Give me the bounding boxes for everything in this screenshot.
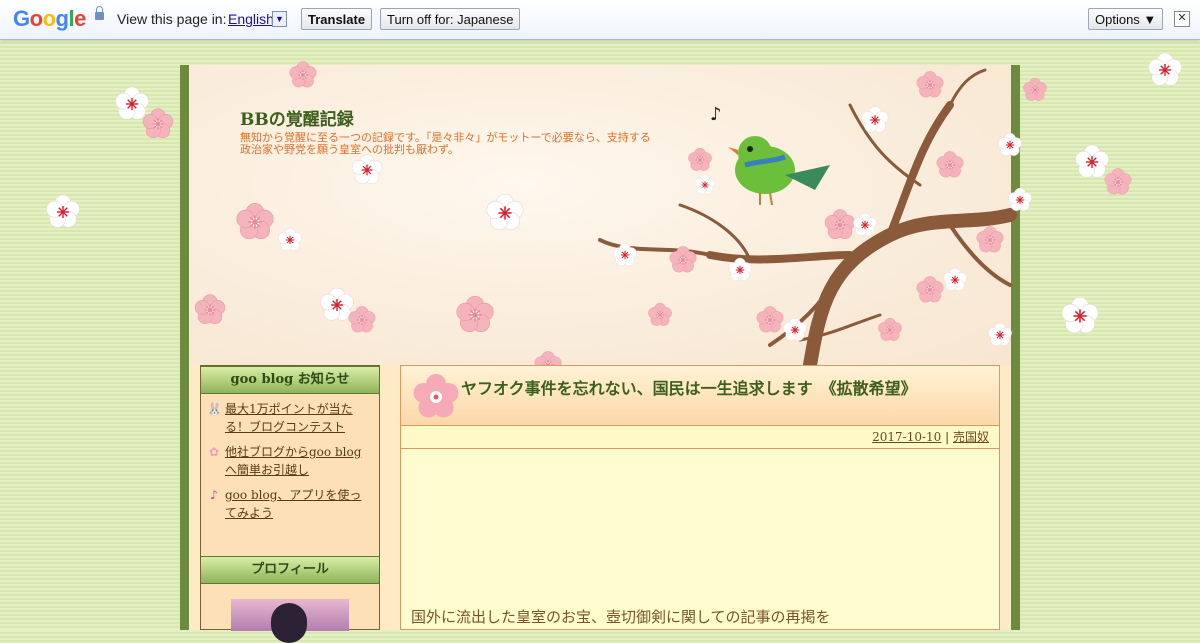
article-body: 国外に流出した皇室のお宝、壺切御剣に関しての記事の再掲を	[400, 449, 1000, 630]
lock-icon	[95, 6, 104, 20]
notice-heading: goo blog お知らせ	[201, 366, 379, 394]
blossom-icon	[236, 202, 274, 240]
blossom-icon	[194, 294, 226, 325]
blossom-icon	[976, 226, 1004, 253]
blossom-icon	[142, 108, 174, 139]
blossom-icon	[1023, 77, 1047, 101]
google-logo: Google	[13, 6, 86, 31]
meta-separator: |	[945, 430, 950, 444]
news-item[interactable]: 🐰 最大1万ポイントが当たる！ブログコンテスト	[207, 400, 371, 436]
blossom-icon	[348, 306, 376, 333]
blossom-icon	[456, 295, 494, 333]
blossom-icon	[1061, 296, 1099, 334]
avatar[interactable]	[231, 599, 349, 643]
blossom-icon	[688, 147, 712, 171]
news-link[interactable]: goo blog、アプリを使ってみよう	[225, 486, 371, 522]
blossom-icon	[936, 151, 964, 178]
blossom-icon	[1104, 168, 1132, 195]
blossom-icon	[783, 317, 807, 341]
news-item[interactable]: ✿ 他社ブログからgoo blogへ簡単お引越し	[207, 443, 371, 479]
article-title[interactable]: ヤフオク事件を忘れない、国民は一生追求します 《拡散希望》	[461, 375, 917, 399]
blossom-icon	[694, 174, 716, 195]
blossom-icon	[998, 132, 1022, 156]
language-select[interactable]: English	[228, 11, 274, 27]
blossom-icon	[486, 193, 524, 231]
flower-icon: ✿	[208, 445, 220, 459]
frame-left	[180, 65, 189, 630]
blossom-icon	[916, 71, 944, 98]
blog-description: 無知から覚醒に至る一つの記録です。「是々非々」がモットーで必要なら、支持する政治…	[240, 131, 651, 156]
rabbit-icon: 🐰	[207, 402, 222, 416]
blossom-icon	[46, 194, 80, 228]
blossom-icon	[289, 61, 317, 88]
sidebar: goo blog お知らせ 🐰 最大1万ポイントが当たる！ブログコンテスト ✿ …	[200, 365, 380, 643]
article-category[interactable]: 売国奴	[953, 430, 989, 444]
news-link[interactable]: 他社ブログからgoo blogへ簡単お引越し	[225, 443, 371, 479]
profile-heading: プロフィール	[201, 556, 379, 584]
blossom-icon	[1008, 187, 1032, 211]
translate-bar: Google View this page in: English ▼ Tran…	[0, 0, 1200, 40]
bird-icon	[728, 136, 830, 206]
blossom-icon	[916, 276, 944, 303]
view-page-label: View this page in:	[117, 11, 227, 27]
music-note-icon: ♪	[710, 104, 722, 125]
blossom-icon	[861, 106, 889, 133]
chevron-down-icon[interactable]: ▼	[272, 11, 287, 27]
news-link[interactable]: 最大1万ポイントが当たる！ブログコンテスト	[225, 400, 371, 436]
blog-title[interactable]: BBの覚醒記録	[240, 105, 354, 130]
close-icon[interactable]: ✕	[1174, 11, 1190, 27]
blossom-icon	[988, 322, 1012, 346]
blossom-icon	[278, 227, 302, 251]
blossom-icon	[1148, 52, 1182, 86]
options-button[interactable]: Options ▼	[1088, 8, 1164, 30]
turn-off-button[interactable]: Turn off for: Japanese	[380, 8, 521, 30]
blossom-icon	[613, 242, 637, 266]
article-date[interactable]: 2017-10-10	[872, 430, 941, 444]
translate-button[interactable]: Translate	[301, 8, 373, 30]
article-meta: 2017-10-10 | 売国奴	[400, 426, 1000, 449]
music-note-icon: ♪	[210, 488, 218, 502]
blossom-icon	[351, 154, 383, 185]
article-header: ヤフオク事件を忘れない、国民は一生追求します 《拡散希望》	[400, 365, 1000, 426]
news-item[interactable]: ♪ goo blog、アプリを使ってみよう	[207, 486, 371, 522]
article-text: 国外に流出した皇室のお宝、壺切御剣に関しての記事の再掲を	[411, 608, 831, 626]
blossom-icon	[853, 212, 877, 236]
blossom-icon	[728, 257, 752, 281]
plum-blossom-icon	[413, 374, 459, 418]
blossom-icon	[648, 302, 672, 326]
blossom-icon	[669, 246, 697, 273]
article: ヤフオク事件を忘れない、国民は一生追求します 《拡散希望》 2017-10-10…	[400, 365, 1000, 630]
blossom-icon	[878, 317, 902, 341]
